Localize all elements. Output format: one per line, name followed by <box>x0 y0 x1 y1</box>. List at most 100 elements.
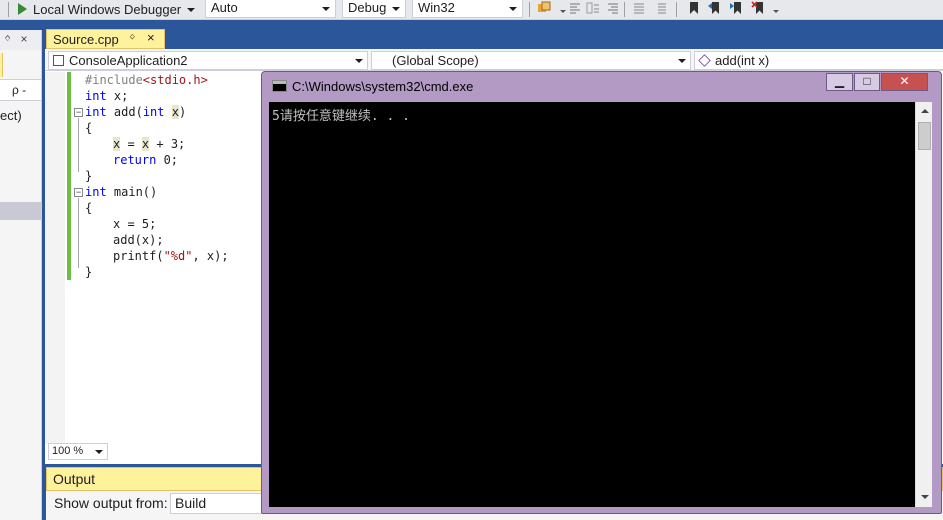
play-icon <box>18 3 27 15</box>
code-line: } <box>85 264 229 280</box>
code-token: add(x); <box>113 233 164 247</box>
chevron-down-icon <box>355 59 363 63</box>
uncomment-icon[interactable] <box>654 1 668 15</box>
code-token: ) <box>178 105 187 119</box>
scroll-up-button[interactable] <box>917 104 932 119</box>
toolbar-separator <box>676 2 677 17</box>
zoom-combo[interactable]: 100 % <box>48 443 108 460</box>
code-token: { <box>85 201 93 215</box>
fold-collapse-icon[interactable]: − <box>74 188 83 197</box>
console-title: C:\Windows\system32\cmd.exe <box>292 79 474 94</box>
code-line: x = x + 3; <box>85 136 229 152</box>
code-token: return <box>113 153 157 167</box>
toolbar-separator <box>624 2 625 17</box>
previous-bookmark-icon[interactable] <box>707 1 721 15</box>
code-line: int add(int x) <box>85 104 229 120</box>
project-icon <box>53 55 64 66</box>
console-text: 5请按任意键继续. . . <box>272 109 410 124</box>
scrollbar-thumb[interactable] <box>918 122 931 150</box>
chevron-down-icon[interactable] <box>187 8 196 12</box>
code-token: int <box>85 89 107 103</box>
code-line: x = 5; <box>85 216 229 232</box>
toolbar-separator <box>8 2 9 17</box>
configuration-combo[interactable]: Debug <box>342 0 406 18</box>
code-token: 0; <box>156 153 179 167</box>
code-token: printf( <box>113 249 164 263</box>
scope-combo[interactable]: (Global Scope) <box>371 51 691 70</box>
pin-icon[interactable]: ᛜ <box>129 32 136 44</box>
code-token: main() <box>106 185 158 199</box>
code-line: #include<stdio.h> <box>85 72 229 88</box>
align-left-icon[interactable] <box>568 1 582 15</box>
editor-gutter[interactable] <box>45 72 65 444</box>
code-line: return 0; <box>85 152 229 168</box>
code-token: = <box>120 137 142 151</box>
code-token: int <box>142 105 165 119</box>
close-icon[interactable]: × <box>147 30 155 45</box>
chevron-down-icon[interactable] <box>772 1 780 15</box>
code-token: } <box>85 169 93 183</box>
code-token: } <box>85 265 93 279</box>
change-tracking-bar <box>67 72 71 280</box>
chevron-down-icon[interactable] <box>559 1 567 15</box>
code-token: int <box>85 185 107 199</box>
code-token: { <box>85 121 93 135</box>
solution-explorer-header[interactable]: ᛜ × <box>0 30 41 50</box>
auto-combo[interactable]: Auto <box>205 0 336 18</box>
code-token: x; <box>106 89 129 103</box>
maximize-button[interactable]: □ <box>854 73 880 91</box>
align-grid-icon[interactable] <box>586 1 600 15</box>
close-button[interactable]: ✕ <box>881 73 928 91</box>
selected-item-highlight[interactable] <box>0 202 41 220</box>
search-input[interactable]: ρ - <box>0 79 41 101</box>
code-token: add( <box>106 105 143 119</box>
member-combo-value: add(int x) <box>715 53 770 68</box>
auto-combo-value: Auto <box>211 0 238 15</box>
chevron-down-icon <box>95 450 103 454</box>
clear-bookmarks-icon[interactable] <box>751 1 765 15</box>
comment-icon[interactable] <box>632 1 646 15</box>
solution-item-text[interactable]: ect) <box>0 108 22 123</box>
bookmark-icon[interactable] <box>687 1 701 15</box>
fold-guide-line <box>78 198 79 268</box>
project-combo-value: ConsoleApplication2 <box>69 53 188 68</box>
code-content[interactable]: #include<stdio.h> int x; int add(int x) … <box>85 72 229 280</box>
project-combo[interactable]: ConsoleApplication2 <box>48 51 368 70</box>
console-window[interactable]: C:\Windows\system32\cmd.exe ▁ □ ✕ 5请按任意键… <box>261 71 942 514</box>
minimize-button[interactable]: ▁ <box>826 73 853 91</box>
chevron-down-icon <box>392 7 400 11</box>
code-line: int main() <box>85 184 229 200</box>
code-line: add(x); <box>85 232 229 248</box>
chevron-down-icon <box>678 59 686 63</box>
show-output-label: Show output from: <box>54 495 168 511</box>
console-output[interactable]: 5请按任意键继续. . . <box>269 102 915 507</box>
configuration-combo-value: Debug <box>348 0 387 15</box>
code-line: int x; <box>85 88 229 104</box>
code-token: x <box>171 105 179 119</box>
debugger-label: Local Windows Debugger <box>33 1 182 17</box>
toolbar: Local Windows Debugger Auto Debug Win32 <box>0 0 943 20</box>
tab-source-cpp[interactable]: Source.cpp ᛜ × <box>46 29 165 49</box>
console-scrollbar[interactable] <box>915 102 932 507</box>
toolbar-separator <box>529 2 530 17</box>
chevron-down-icon <box>509 7 517 11</box>
find-in-files-icon[interactable] <box>537 1 551 15</box>
fold-collapse-icon[interactable]: − <box>74 108 83 117</box>
code-line: printf("%d", x); <box>85 248 229 264</box>
chevron-down-icon <box>322 7 330 11</box>
start-debugging-button[interactable]: Local Windows Debugger <box>18 0 196 18</box>
align-right-icon[interactable] <box>606 1 620 15</box>
code-line: } <box>85 168 229 184</box>
code-token: + 3; <box>149 137 186 151</box>
scope-combo-value: (Global Scope) <box>392 53 479 68</box>
code-token: x = 5; <box>113 217 157 231</box>
fold-guide-line <box>78 118 79 172</box>
member-combo[interactable]: add(int x) <box>694 51 943 70</box>
method-icon <box>698 54 711 67</box>
code-token: "%d" <box>163 249 193 263</box>
scroll-down-button[interactable] <box>917 490 932 505</box>
next-bookmark-icon[interactable] <box>729 1 743 15</box>
platform-combo[interactable]: Win32 <box>412 0 523 18</box>
code-line: { <box>85 200 229 216</box>
code-token: , x); <box>192 249 229 263</box>
